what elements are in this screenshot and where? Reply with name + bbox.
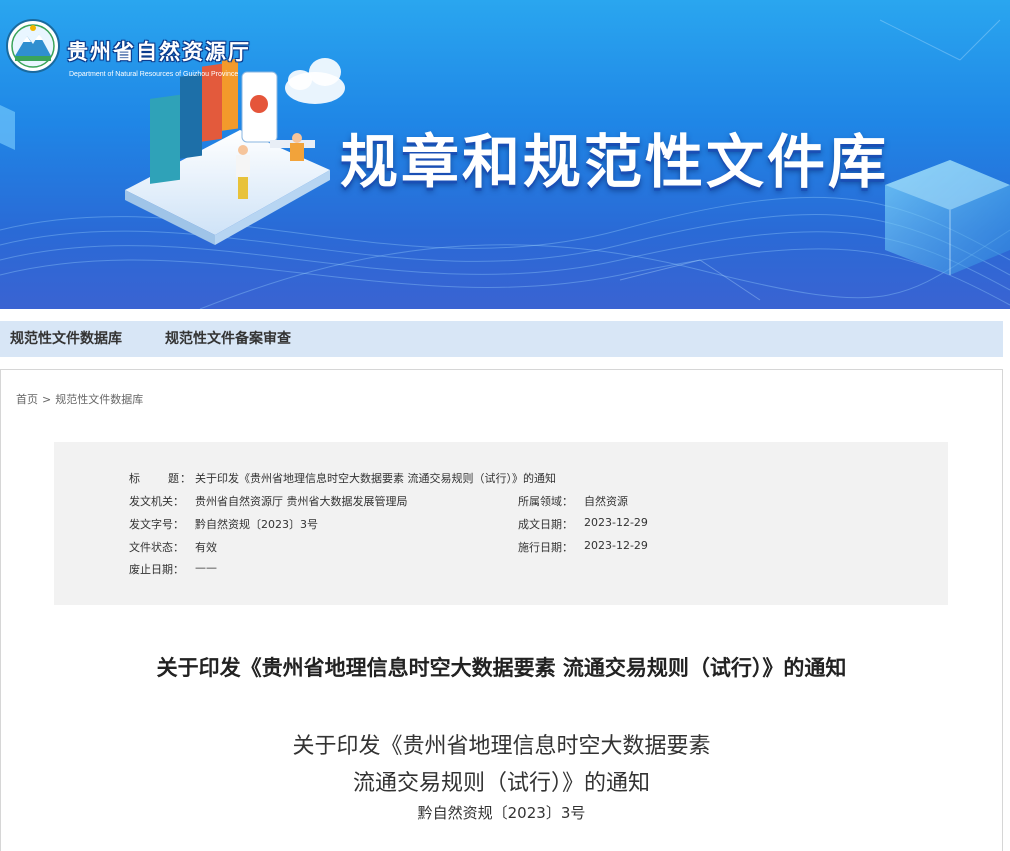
org-name-cn: 贵州省自然资源厅	[67, 40, 251, 64]
breadcrumb-current-link[interactable]: 规范性文件数据库	[55, 393, 143, 406]
content-panel: 首页 > 规范性文件数据库 标题 ： 关于印发《贵州省地理信息时空大数据要素 流通交…	[0, 369, 1003, 851]
nav-item-normative-database[interactable]: 规范性文件数据库	[10, 321, 122, 357]
meta-repeal-value: ——	[195, 561, 217, 574]
breadcrumb-separator: >	[42, 393, 52, 406]
body-title-line1: 关于印发《贵州省地理信息时空大数据要素	[292, 734, 711, 759]
meta-title-label-colon: ：	[180, 472, 191, 485]
meta-created-label: 成文日期：	[518, 518, 573, 531]
banner-title: 规章和规范性文件库	[340, 128, 890, 196]
document-heading: 关于印发《贵州省地理信息时空大数据要素 流通交易规则（试行）》的通知	[156, 656, 847, 680]
document-meta-panel: 标题 ： 关于印发《贵州省地理信息时空大数据要素 流通交易规则（试行）》的通知 …	[54, 442, 948, 605]
meta-status-value: 有效	[195, 541, 217, 554]
meta-docno-label: 发文字号：	[129, 518, 184, 531]
nav-item-filing-review[interactable]: 规范性文件备案审查	[165, 321, 291, 357]
meta-domain-value: 自然资源	[584, 495, 628, 508]
meta-repeal-label: 废止日期：	[129, 563, 184, 576]
meta-domain-label: 所属领域：	[518, 495, 573, 508]
meta-docno-value: 黔自然资规〔2023〕3号	[195, 518, 318, 531]
meta-effective-value: 2023-12-29	[584, 539, 648, 552]
meta-created-value: 2023-12-29	[584, 516, 648, 529]
meta-issuer-label: 发文机关：	[129, 495, 184, 508]
org-logo[interactable]: 贵州省自然资源厅 Department of Natural Resources…	[5, 18, 285, 78]
header-banner: 贵州省自然资源厅 Department of Natural Resources…	[0, 0, 1010, 309]
org-name-en: Department of Natural Resources of Guizh…	[69, 71, 239, 78]
body-title-line2: 流通交易规则（试行）》的通知	[352, 771, 650, 796]
breadcrumb: 首页 > 规范性文件数据库	[16, 391, 143, 407]
meta-status-label: 文件状态：	[129, 541, 184, 554]
meta-title-value: 关于印发《贵州省地理信息时空大数据要素 流通交易规则（试行）》的通知	[195, 472, 556, 485]
body-doc-number: 黔自然资规〔2023〕3号	[417, 804, 586, 822]
main-nav: 规范性文件数据库 规范性文件备案审查	[0, 321, 1003, 357]
emblem-icon	[6, 19, 60, 73]
breadcrumb-home-link[interactable]: 首页	[16, 393, 38, 406]
meta-issuer-value: 贵州省自然资源厅 贵州省大数据发展管理局	[195, 495, 408, 508]
meta-effective-label: 施行日期：	[518, 541, 573, 554]
meta-title-label: 标题	[129, 472, 179, 485]
